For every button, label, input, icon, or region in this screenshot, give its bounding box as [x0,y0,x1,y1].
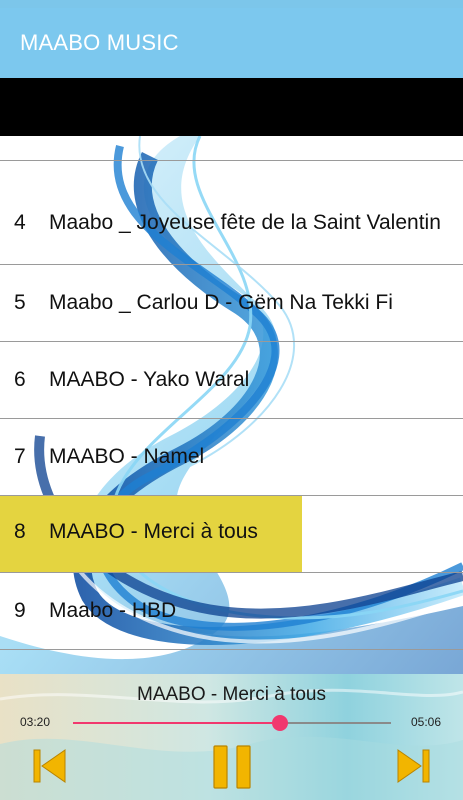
skip-next-icon[interactable] [396,747,430,785]
seek-thumb[interactable] [271,715,288,731]
track-title: Maabo _ Joyeuse fête de la Saint Valenti… [49,211,441,234]
list-item[interactable]: 9 Maabo - HBD [0,573,463,650]
status-bar [0,0,463,8]
app-bar: MAABO MUSIC [0,8,463,78]
list-item-selected[interactable]: 8 MAABO - Merci à tous [0,496,463,573]
selected-highlight: 8 MAABO - Merci à tous [0,496,302,572]
track-label: 8 MAABO - Merci à tous [14,520,258,544]
list-item[interactable]: 4 Maabo _ Joyeuse fête de la Saint Valent… [0,161,463,265]
track-label: 5 Maabo _ Carlou D - Gëm Na Tekki Fi [14,291,393,315]
seek-progress [73,722,280,724]
track-number: 4 [14,211,26,234]
track-list-rows: 4 Maabo _ Joyeuse fête de la Saint Valent… [0,136,463,650]
list-item[interactable]: 7 MAABO - Namel [0,419,463,496]
track-title: MAABO - Yako Waral [49,368,250,391]
total-time: 05:06 [411,715,442,729]
skip-previous-icon[interactable] [33,747,67,785]
track-label: 9 Maabo - HBD [14,599,176,623]
list-item[interactable]: 5 Maabo _ Carlou D - Gëm Na Tekki Fi [0,265,463,342]
player-panel: MAABO - Merci à tous 03:20 05:06 [0,674,463,800]
track-title: Maabo _ Carlou D - Gëm Na Tekki Fi [49,291,393,314]
track-number: 9 [14,599,26,622]
seek-bar[interactable] [73,715,391,731]
track-label: 7 MAABO - Namel [14,445,204,469]
now-playing-title: MAABO - Merci à tous [137,684,326,705]
banner-area [0,78,463,136]
current-time: 03:20 [20,715,51,729]
track-number: 5 [14,291,26,314]
list-item-partial[interactable] [0,136,463,161]
track-list[interactable]: 4 Maabo _ Joyeuse fête de la Saint Valent… [0,136,463,674]
list-item[interactable]: 6 MAABO - Yako Waral [0,342,463,419]
track-label: 4 Maabo _ Joyeuse fête de la Saint Valent… [14,209,449,236]
track-number: 8 [14,520,26,543]
pause-icon[interactable] [212,744,252,790]
track-label: 6 MAABO - Yako Waral [14,368,249,392]
app-title: MAABO MUSIC [20,30,179,55]
track-title: Maabo - HBD [49,599,177,622]
track-title: MAABO - Merci à tous [49,520,258,543]
track-number: 6 [14,368,26,391]
track-number: 7 [14,445,26,468]
track-title: MAABO - Namel [49,445,205,468]
